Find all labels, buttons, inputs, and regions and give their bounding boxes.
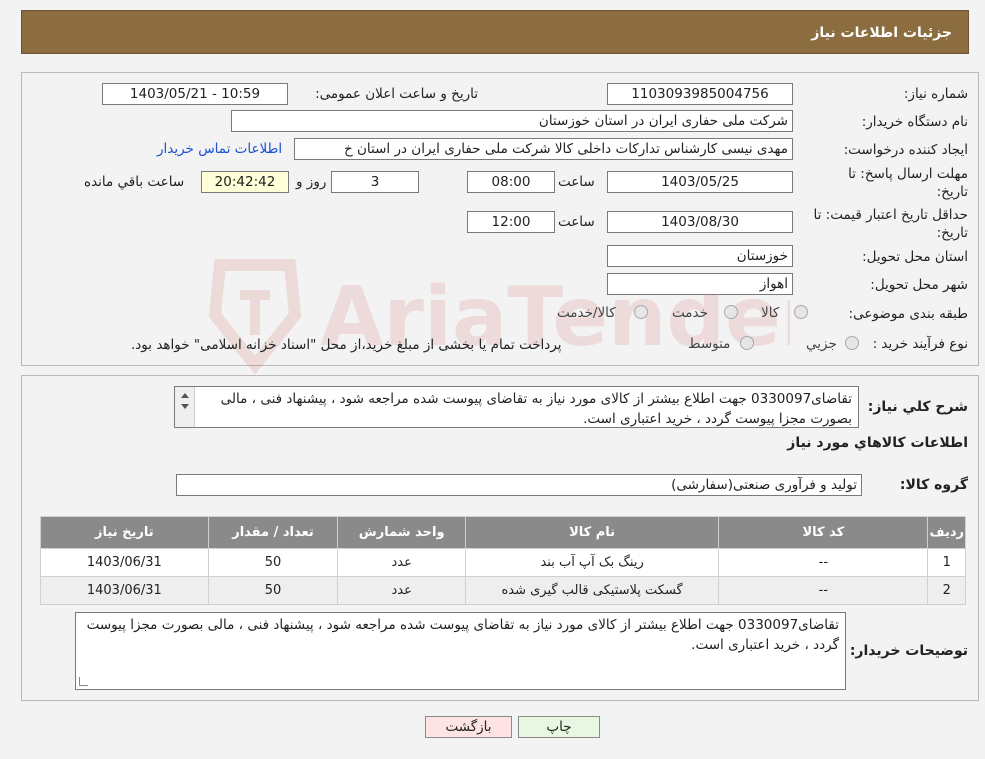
- general-description-box: تقاضای0330097 جهت اطلاع بیشتر از کالای م…: [174, 386, 859, 428]
- price-validity-time-label: ساعت: [558, 214, 595, 230]
- treasury-note: پرداخت تمام یا بخشی از مبلغ خرید،از محل …: [131, 337, 562, 353]
- cell-need-date: 1403/06/31: [40, 576, 209, 605]
- buyer-notes-text: تقاضای0330097 جهت اطلاع بیشتر از کالای م…: [86, 617, 839, 653]
- category-goods-option: کالا: [761, 305, 780, 321]
- process-minor-option: جزيي: [806, 336, 837, 352]
- back-button[interactable]: بازگشت: [425, 716, 512, 738]
- need-number-field: 1103093985004756: [607, 83, 793, 105]
- cell-unit: عدد: [337, 548, 467, 577]
- goods-group-field: تولید و فرآوری صنعتی(سفارشی): [176, 474, 862, 496]
- print-button[interactable]: چاپ: [518, 716, 600, 738]
- purchase-process-label: نوع فرآیند خرید :: [872, 336, 968, 352]
- price-validity-label-date: تاریخ:: [936, 225, 968, 241]
- cell-unit: عدد: [337, 576, 467, 605]
- deadline-label: مهلت ارسال پاسخ: تا: [848, 166, 968, 182]
- cell-quantity: 50: [207, 576, 339, 605]
- category-goods-service-radio[interactable]: [634, 305, 648, 319]
- cell-row-number: 1: [927, 548, 966, 577]
- scroll-down-icon[interactable]: [180, 404, 189, 409]
- category-label: طبقه بندی موضوعی:: [848, 306, 968, 322]
- goods-table: رديف کد کالا نام کالا واحد شمارش تعداد /…: [40, 516, 966, 605]
- deadline-label-date: تاریخ:: [936, 184, 968, 200]
- col-unit: واحد شمارش: [337, 516, 467, 549]
- table-header-row: رديف کد کالا نام کالا واحد شمارش تعداد /…: [40, 516, 966, 549]
- goods-table-wrapper: رديف کد کالا نام کالا واحد شمارش تعداد /…: [40, 516, 966, 605]
- buyer-contact-link[interactable]: اطلاعات تماس خریدار: [157, 141, 282, 157]
- delivery-city-label: شهر محل تحویل:: [870, 277, 968, 293]
- cell-item-name: گسکت پلاستیکی قالب گیری شده: [465, 576, 720, 605]
- process-medium-option: متوسط: [688, 336, 731, 352]
- cell-need-date: 1403/06/31: [40, 548, 209, 577]
- buyer-name-label: نام دستگاه خریدار:: [861, 114, 968, 130]
- col-row-number: رديف: [927, 516, 966, 549]
- col-item-name: نام کالا: [465, 516, 720, 549]
- category-service-option: خدمت: [672, 305, 708, 321]
- table-row: 2 -- گسکت پلاستیکی قالب گیری شده عدد 50 …: [40, 576, 966, 605]
- category-goods-radio[interactable]: [794, 305, 808, 319]
- cell-item-code: --: [718, 576, 929, 605]
- buyer-notes-box[interactable]: تقاضای0330097 جهت اطلاع بیشتر از کالای م…: [75, 612, 846, 690]
- process-minor-radio[interactable]: [845, 336, 859, 350]
- scroll-up-icon[interactable]: [180, 393, 189, 398]
- general-description-label: شرح کلي نياز:: [867, 399, 968, 415]
- cell-item-code: --: [718, 548, 929, 577]
- deadline-date-field: 1403/05/25: [607, 171, 793, 193]
- creator-field: مهدی نیسی کارشناس تدارکات داخلی کالا شرک…: [294, 138, 793, 160]
- deadline-time-field: 08:00: [467, 171, 555, 193]
- col-quantity: تعداد / مقدار: [207, 516, 339, 549]
- cell-quantity: 50: [207, 548, 339, 577]
- page-title: جزئیات اطلاعات نیاز: [811, 25, 952, 41]
- page-header: جزئیات اطلاعات نیاز: [21, 10, 969, 54]
- deadline-time-label: ساعت: [558, 174, 595, 190]
- announce-datetime-label: تاریخ و ساعت اعلان عمومی:: [315, 86, 478, 102]
- delivery-province-label: استان محل تحویل:: [862, 249, 968, 265]
- delivery-city-field: اهواز: [607, 273, 793, 295]
- process-medium-radio[interactable]: [740, 336, 754, 350]
- remaining-days-field: 3: [331, 171, 419, 193]
- goods-group-label: گروه کالا:: [899, 477, 968, 493]
- cell-row-number: 2: [927, 576, 966, 605]
- col-item-code: کد کالا: [718, 516, 929, 549]
- creator-label: ایجاد کننده درخواست:: [843, 142, 968, 158]
- table-row: 1 -- رینگ بک آپ آب بند عدد 50 1403/06/31: [40, 548, 966, 577]
- price-validity-label: حداقل تاریخ اعتبار قیمت: تا: [813, 207, 968, 223]
- col-need-date: تاريخ نياز: [40, 516, 209, 549]
- category-goods-service-option: کالا/خدمت: [557, 305, 616, 321]
- remaining-time-field: 20:42:42: [201, 171, 289, 193]
- delivery-province-field: خوزستان: [607, 245, 793, 267]
- price-validity-time-field: 12:00: [467, 211, 555, 233]
- announce-datetime-field: 1403/05/21 - 10:59: [102, 83, 288, 105]
- remaining-days-label: روز و: [296, 174, 327, 190]
- goods-section-title: اطلاعات کالاهاي مورد نياز: [787, 435, 968, 451]
- price-validity-date-field: 1403/08/30: [607, 211, 793, 233]
- category-service-radio[interactable]: [724, 305, 738, 319]
- cell-item-name: رینگ بک آپ آب بند: [465, 548, 720, 577]
- buyer-name-field: شرکت ملی حفاری ایران در استان خوزستان: [231, 110, 793, 132]
- remaining-time-label: ساعت باقي مانده: [84, 174, 185, 190]
- buyer-notes-label: توضیحات خریدار:: [849, 643, 968, 659]
- general-description-text: تقاضای0330097 جهت اطلاع بیشتر از کالای م…: [220, 391, 852, 427]
- description-scrollbar[interactable]: [175, 387, 195, 427]
- need-number-label: شماره نیاز:: [903, 86, 968, 102]
